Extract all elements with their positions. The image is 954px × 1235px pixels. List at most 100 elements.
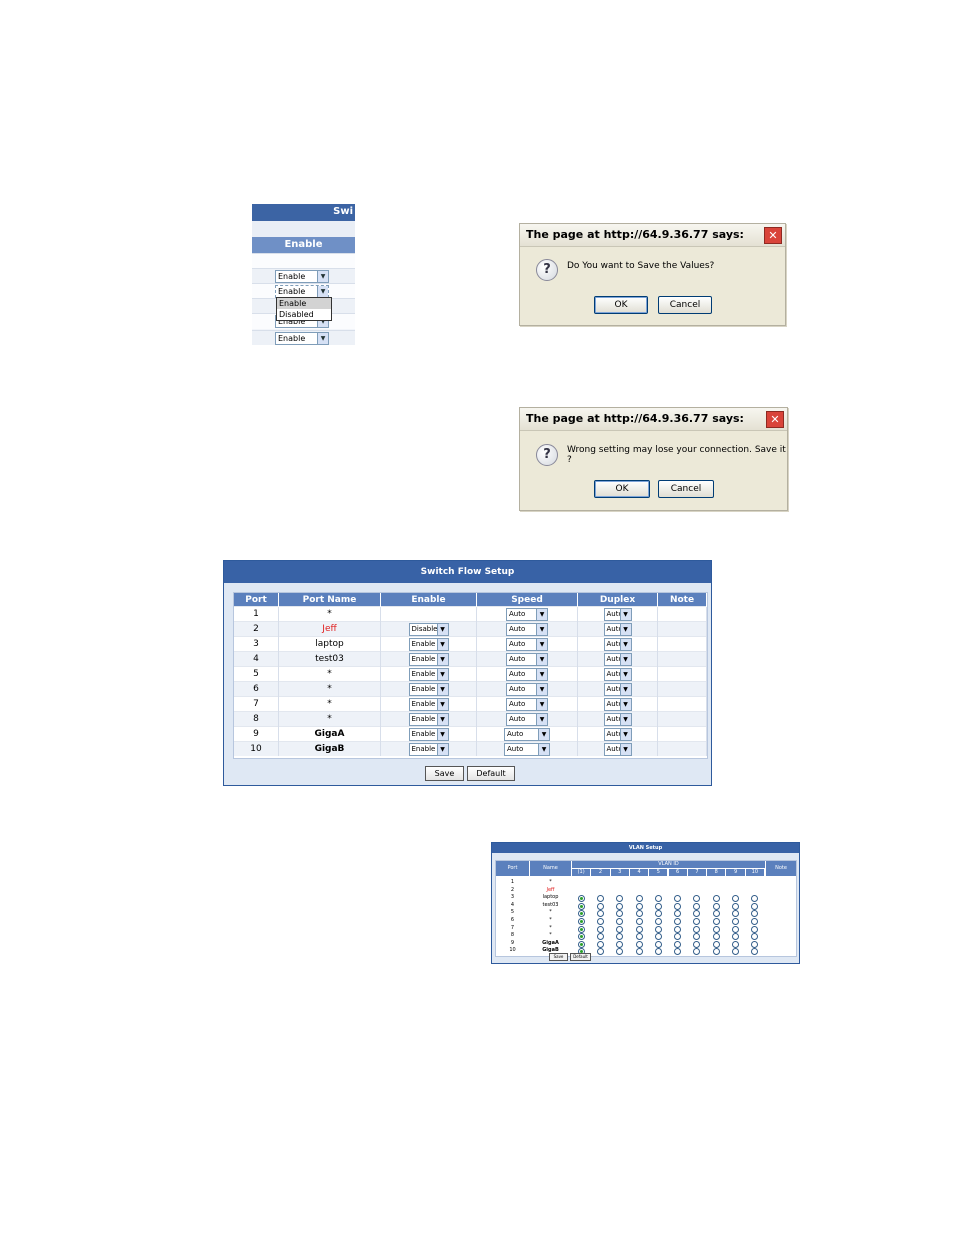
vlan-radio[interactable] — [596, 933, 604, 941]
vlan-radio[interactable] — [751, 925, 759, 933]
ok-button[interactable]: OK — [594, 480, 650, 498]
vlan-radio[interactable] — [732, 933, 740, 941]
vlan-radio[interactable] — [751, 902, 759, 910]
vlan-radio[interactable] — [674, 940, 682, 948]
chevron-down-icon[interactable]: ▼ — [536, 653, 547, 665]
vlan-radio[interactable] — [732, 940, 740, 948]
vlan-radio[interactable] — [577, 933, 585, 941]
enable-select[interactable]: Enable ▼ — [408, 727, 449, 741]
enable-select[interactable]: Enable ▼ — [408, 667, 449, 681]
ok-button[interactable]: OK — [594, 296, 648, 314]
vlan-radio[interactable] — [674, 895, 682, 903]
vlan-radio[interactable] — [693, 918, 701, 925]
vlan-radio[interactable] — [674, 902, 682, 910]
vlan-radio[interactable] — [751, 933, 759, 941]
speed-select[interactable]: Auto ▼ — [506, 652, 548, 666]
vlan-radio[interactable] — [616, 910, 624, 918]
cancel-button[interactable]: Cancel — [658, 480, 714, 498]
chevron-down-icon[interactable]: ▼ — [619, 608, 631, 620]
vlan-radio[interactable] — [693, 902, 701, 910]
vlan-radio[interactable] — [732, 918, 740, 925]
vlan-radio[interactable] — [693, 925, 701, 933]
vlan-radio[interactable] — [635, 895, 643, 903]
vlan-radio[interactable] — [712, 948, 720, 956]
vlan-radio[interactable] — [616, 940, 624, 948]
chevron-down-icon[interactable]: ▼ — [619, 713, 631, 725]
vlan-radio[interactable] — [751, 948, 759, 956]
chevron-down-icon[interactable]: ▼ — [436, 713, 448, 725]
vlan-radio[interactable] — [712, 933, 720, 941]
chevron-down-icon[interactable]: ▼ — [538, 743, 549, 755]
vlan-radio[interactable] — [596, 940, 604, 948]
chevron-down-icon[interactable]: ▼ — [436, 638, 448, 650]
duplex-select[interactable]: Auto ▼ — [603, 652, 632, 666]
vlan-radio[interactable] — [635, 925, 643, 933]
enable-select[interactable]: Enable ▼ — [275, 270, 329, 283]
chevron-down-icon[interactable]: ▼ — [619, 638, 631, 650]
vlan-radio[interactable] — [654, 940, 662, 948]
dropdown-option-enable[interactable]: Enable — [277, 298, 331, 309]
duplex-select[interactable]: Auto ▼ — [603, 697, 632, 711]
chevron-down-icon[interactable]: ▼ — [619, 683, 631, 695]
chevron-down-icon[interactable]: ▼ — [619, 653, 631, 665]
chevron-down-icon[interactable]: ▼ — [436, 668, 448, 680]
vlan-radio[interactable] — [596, 895, 604, 903]
vlan-radio[interactable] — [635, 940, 643, 948]
vlan-radio[interactable] — [693, 948, 701, 956]
close-icon[interactable]: ✕ — [766, 411, 784, 428]
chevron-down-icon[interactable]: ▼ — [436, 728, 448, 740]
chevron-down-icon[interactable]: ▼ — [536, 608, 547, 620]
vlan-radio[interactable] — [693, 895, 701, 903]
chevron-down-icon[interactable]: ▼ — [619, 698, 631, 710]
chevron-down-icon[interactable]: ▼ — [536, 623, 547, 635]
vlan-radio[interactable] — [712, 918, 720, 925]
chevron-down-icon[interactable]: ▼ — [317, 333, 328, 344]
vlan-save-button[interactable]: Save — [549, 953, 568, 961]
vlan-radio[interactable] — [577, 940, 585, 948]
chevron-down-icon[interactable]: ▼ — [436, 743, 448, 755]
chevron-down-icon[interactable]: ▼ — [536, 713, 547, 725]
enable-select[interactable]: Enable ▼ — [408, 742, 449, 756]
chevron-down-icon[interactable]: ▼ — [536, 668, 547, 680]
chevron-down-icon[interactable]: ▼ — [619, 743, 631, 755]
vlan-radio[interactable] — [654, 925, 662, 933]
vlan-radio[interactable] — [732, 895, 740, 903]
speed-select[interactable]: Auto ▼ — [506, 712, 548, 726]
chevron-down-icon[interactable]: ▼ — [436, 623, 448, 635]
chevron-down-icon[interactable]: ▼ — [536, 698, 547, 710]
vlan-radio[interactable] — [654, 918, 662, 925]
vlan-radio[interactable] — [712, 902, 720, 910]
chevron-down-icon[interactable]: ▼ — [538, 728, 549, 740]
chevron-down-icon[interactable]: ▼ — [619, 623, 631, 635]
vlan-radio[interactable] — [635, 902, 643, 910]
vlan-radio[interactable] — [693, 940, 701, 948]
vlan-radio[interactable] — [654, 895, 662, 903]
vlan-radio[interactable] — [596, 925, 604, 933]
chevron-down-icon[interactable]: ▼ — [317, 271, 328, 282]
default-button[interactable]: Default — [467, 766, 515, 781]
chevron-down-icon[interactable]: ▼ — [619, 728, 631, 740]
vlan-radio[interactable] — [596, 902, 604, 910]
chevron-down-icon[interactable]: ▼ — [536, 683, 547, 695]
cancel-button[interactable]: Cancel — [658, 296, 712, 314]
vlan-radio[interactable] — [674, 918, 682, 925]
chevron-down-icon[interactable]: ▼ — [436, 698, 448, 710]
duplex-select[interactable]: Auto ▼ — [603, 637, 632, 651]
enable-select[interactable]: Enable ▼ — [408, 697, 449, 711]
save-button[interactable]: Save — [425, 766, 464, 781]
speed-select[interactable]: Auto ▼ — [506, 682, 548, 696]
vlan-radio[interactable] — [674, 948, 682, 956]
speed-select[interactable]: Auto ▼ — [506, 697, 548, 711]
vlan-radio[interactable] — [751, 940, 759, 948]
vlan-radio[interactable] — [577, 910, 585, 918]
enable-select[interactable]: Enable ▼ — [408, 682, 449, 696]
vlan-radio[interactable] — [577, 902, 585, 910]
vlan-radio[interactable] — [616, 925, 624, 933]
vlan-radio[interactable] — [751, 918, 759, 925]
vlan-default-button[interactable]: Default — [570, 953, 591, 961]
vlan-radio[interactable] — [596, 918, 604, 925]
chevron-down-icon[interactable]: ▼ — [619, 668, 631, 680]
vlan-radio[interactable] — [596, 948, 604, 956]
duplex-select[interactable]: Auto ▼ — [603, 727, 632, 741]
duplex-select[interactable]: Auto ▼ — [603, 712, 632, 726]
